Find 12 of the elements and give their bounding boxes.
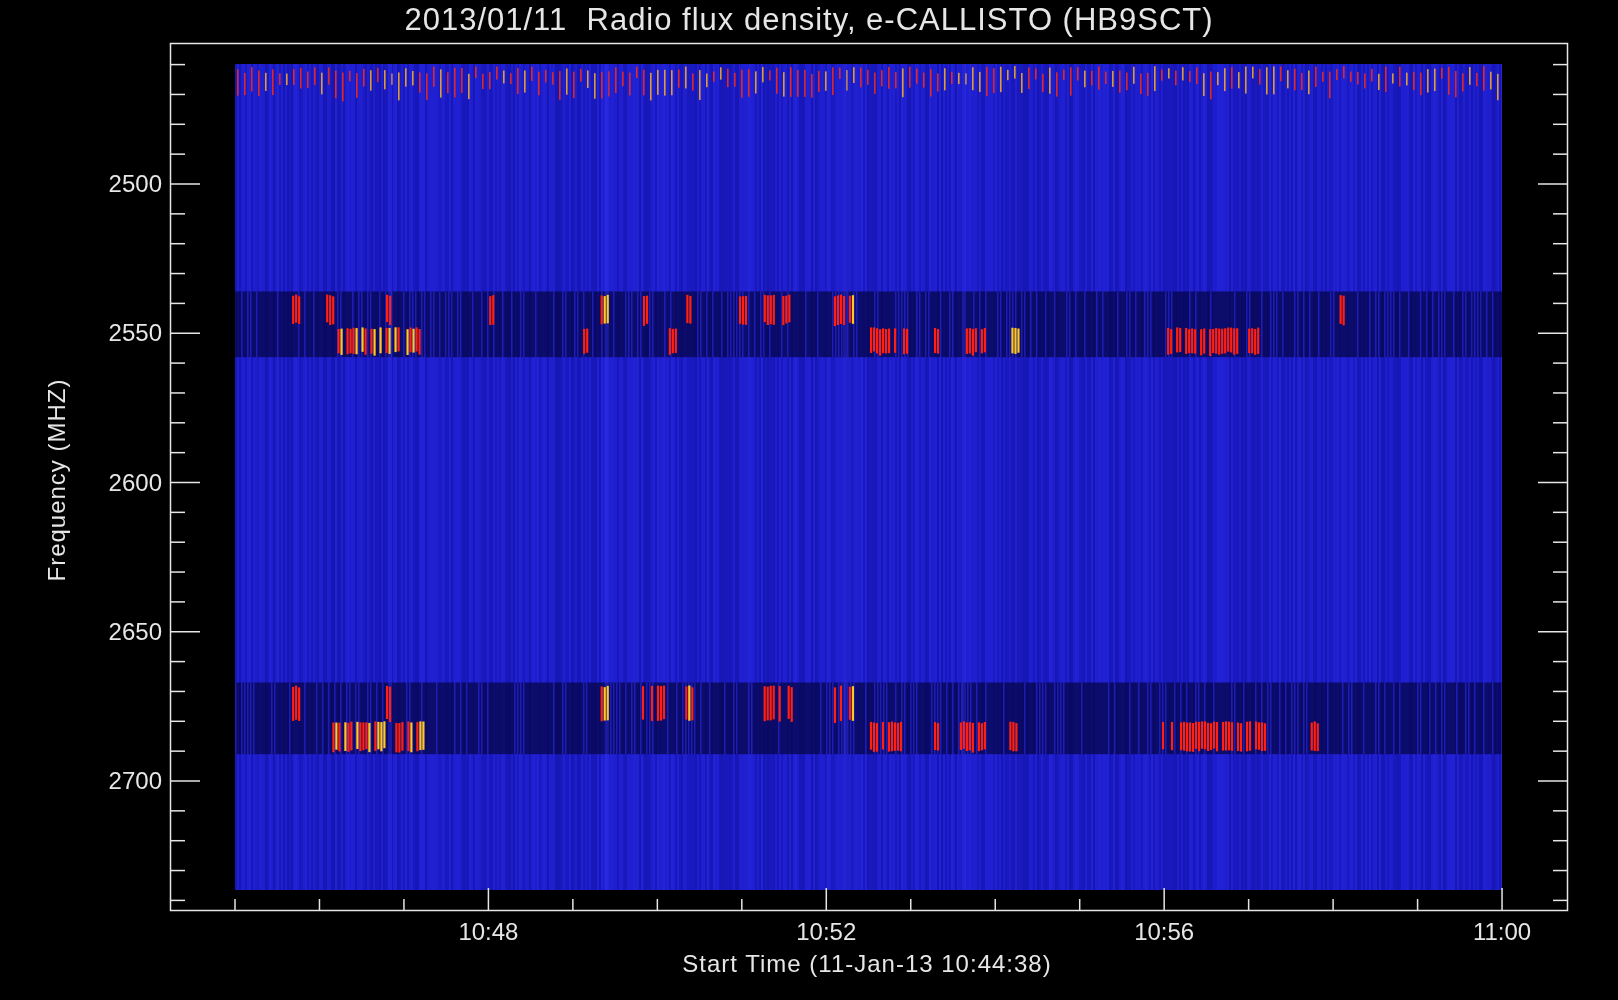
y-axis-label: Frequency (MHZ) [43,378,71,582]
x-tick-label: 10:56 [1133,918,1196,946]
chart-title: 2013/01/11 Radio flux density, e-CALLISTO (HB9SCT) [403,2,1215,38]
y-tick-label: 2500 [107,170,162,198]
y-tick-label: 2600 [107,468,162,497]
x-tick-label: 10:48 [457,918,520,946]
y-tick-label: 2700 [107,767,162,795]
x-tick-label: 10:52 [795,918,858,946]
y-tick-label: 2550 [107,319,162,348]
x-tick-label: 11:00 [1471,918,1533,946]
x-axis-label: Start Time (11-Jan-13 10:44:38) [681,950,1053,978]
y-tick-label: 2650 [107,617,162,646]
